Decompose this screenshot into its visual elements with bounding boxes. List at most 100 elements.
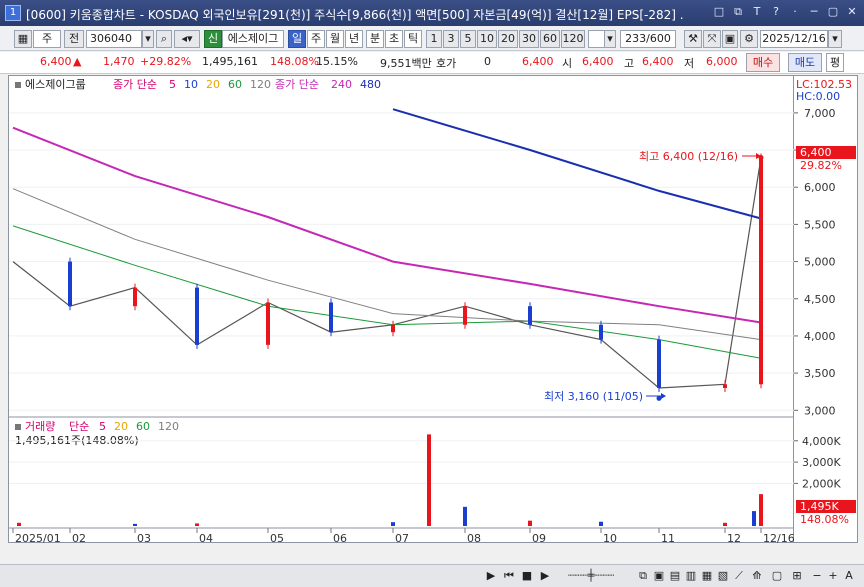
ma2-legend-240: 240 xyxy=(331,78,352,91)
layout-icon-2[interactable]: ▣ xyxy=(652,568,666,584)
stock-code-input[interactable]: 306040 xyxy=(86,30,142,48)
help-icon[interactable]: ? xyxy=(768,4,784,20)
layout-icon-9[interactable]: ▢ xyxy=(770,568,784,584)
candle-body-09 xyxy=(528,306,532,325)
window-icon-3[interactable]: T xyxy=(749,4,765,20)
period-second[interactable]: 초 xyxy=(385,30,403,48)
scroll-track[interactable] xyxy=(20,568,84,584)
chevron-down-icon[interactable]: ▾ xyxy=(142,30,154,48)
price-change: 1,470 xyxy=(103,55,135,68)
chart-panel[interactable]: 에스제이그룹 종가 단순 5 10 20 60 120 종가 단순 240 480 최고 … xyxy=(8,75,795,545)
layout-icon-7[interactable]: ⟋ xyxy=(732,568,746,584)
interval-1[interactable]: 1 xyxy=(426,30,442,48)
layout-icon-8[interactable]: ⟰ xyxy=(750,568,764,584)
save-icon[interactable]: ▣ xyxy=(722,30,738,48)
sell-button[interactable]: 매도 xyxy=(788,53,822,72)
period-year[interactable]: 년 xyxy=(345,30,363,48)
volume-bars xyxy=(17,434,763,526)
stop-icon[interactable]: ■ xyxy=(520,568,534,584)
new-badge: 신 xyxy=(204,30,222,48)
x-tick-label-03: 03 xyxy=(137,532,151,544)
volume-ma-legend-20: 20 xyxy=(114,420,128,433)
y-tick-label-7000: 7,000 xyxy=(804,107,836,120)
volume-legend-ma-label: 단순 xyxy=(69,420,89,433)
hc-label: HC:0.00 xyxy=(796,90,840,103)
speaker-icon[interactable]: ◂▾ xyxy=(174,30,200,48)
candle-body-12/16 xyxy=(759,157,763,385)
current-price: 6,400 xyxy=(40,55,72,68)
period-week[interactable]: 주 xyxy=(307,30,325,48)
y-tick-label-3000: 3,000 xyxy=(804,404,836,417)
high-price: 6,400 xyxy=(642,55,674,68)
x-tick-label-10: 10 xyxy=(603,532,617,544)
x-tick-label-12/16: 12/16 xyxy=(763,532,795,544)
interval-60[interactable]: 60 xyxy=(540,30,560,48)
candle-body-03 xyxy=(133,287,137,307)
period-minute[interactable]: 분 xyxy=(366,30,384,48)
interval-3[interactable]: 3 xyxy=(443,30,459,48)
legend-stock-name: 에스제이그룹 xyxy=(25,78,86,91)
y-tick-label-5000: 5,000 xyxy=(804,256,836,269)
open-label: 시 xyxy=(562,57,573,70)
interval-20[interactable]: 20 xyxy=(498,30,518,48)
ma-legend: 5 10 20 60 120 xyxy=(169,78,271,91)
settings-icon[interactable]: ⚙ xyxy=(740,30,758,48)
zoom-out-icon[interactable]: − xyxy=(810,568,824,584)
hoga-value: 0 xyxy=(484,55,491,68)
search-icon[interactable]: ⌕ xyxy=(156,30,172,48)
layout-icon-6[interactable]: ▧ xyxy=(716,568,730,584)
calendar-icon[interactable]: ▾ xyxy=(828,30,842,48)
period-tick[interactable]: 틱 xyxy=(404,30,422,48)
maximize-icon[interactable]: ▢ xyxy=(825,4,841,20)
volume-tick-label-2000: 2,000K xyxy=(802,477,841,490)
high-label: 고 xyxy=(624,57,635,70)
window-icon-2[interactable]: ⧉ xyxy=(730,4,746,20)
period-day[interactable]: 일 xyxy=(288,30,306,48)
high-annotation: 최고 6,400 (12/16) xyxy=(639,150,738,163)
mode-select[interactable]: 주 xyxy=(33,30,61,48)
interval-30[interactable]: 30 xyxy=(519,30,539,48)
low-annotation: 최저 3,160 (11/05) xyxy=(544,390,643,403)
volume-bar-12/16 xyxy=(759,494,763,526)
rewind-icon[interactable]: ⏮ xyxy=(502,568,516,584)
prev-button[interactable]: 전 xyxy=(64,30,84,48)
date-input[interactable]: 2025/12/16 xyxy=(760,30,828,48)
period-month[interactable]: 월 xyxy=(326,30,344,48)
layout-icon-3[interactable]: ▤ xyxy=(668,568,682,584)
interval-10[interactable]: 10 xyxy=(477,30,497,48)
play-icon[interactable]: ▶ xyxy=(484,568,498,584)
minimize-icon[interactable]: ─ xyxy=(806,4,822,20)
ma-legend-120: 120 xyxy=(250,78,271,91)
interval-5[interactable]: 5 xyxy=(460,30,476,48)
spinner-icon[interactable]: ▾ xyxy=(604,30,616,48)
layout-icon-5[interactable]: ▦ xyxy=(700,568,714,584)
stock-name: 에스제이그 xyxy=(222,30,284,48)
volume-bar-12/15 xyxy=(752,511,756,526)
forward-icon[interactable]: ▶ xyxy=(538,568,552,584)
window-icon-5[interactable]: · xyxy=(787,4,803,20)
count-input[interactable]: 233/600 xyxy=(620,30,676,48)
layout-icon-10[interactable]: ⊞ xyxy=(790,568,804,584)
tools-icon[interactable]: ⚒ xyxy=(684,30,702,48)
buy-button[interactable]: 매수 xyxy=(746,53,780,72)
grid-icon[interactable]: ▦ xyxy=(14,30,32,48)
zoom-in-icon[interactable]: + xyxy=(826,568,840,584)
layout-icon-4[interactable]: ▥ xyxy=(684,568,698,584)
bottom-scrollbar: ▶ ⏮ ■ ▶ ┈┈┈╪┈┈┈ ⧉ ▣ ▤ ▥ ▦ ▧ ⟋ ⟰ ▢ ⊞ − + … xyxy=(0,564,864,587)
crosshair-icon[interactable]: ⤧ xyxy=(703,30,721,48)
volume-bar-03 xyxy=(133,523,137,526)
interval-120[interactable]: 120 xyxy=(561,30,585,48)
eval-button[interactable]: 평 xyxy=(826,53,844,72)
layout-icon-1[interactable]: ⧉ xyxy=(636,568,650,584)
close-icon[interactable]: ✕ xyxy=(844,4,860,20)
zoom-slider[interactable]: ┈┈┈╪┈┈┈ xyxy=(556,568,626,584)
y-tick-label-5500: 5,500 xyxy=(804,218,836,231)
ma2-legend: 240 480 xyxy=(331,78,381,91)
volume-y-ticks: 2,000K 3,000K 4,000K xyxy=(794,435,841,490)
volume-tick-label-3000: 3,000K xyxy=(802,456,841,469)
x-tick-label-11: 11 xyxy=(661,532,675,544)
window-icon-1[interactable]: □ xyxy=(711,4,727,20)
ask-price: 6,400 xyxy=(522,55,554,68)
x-tick-label-07: 07 xyxy=(395,532,409,544)
auto-icon[interactable]: A xyxy=(842,568,856,584)
